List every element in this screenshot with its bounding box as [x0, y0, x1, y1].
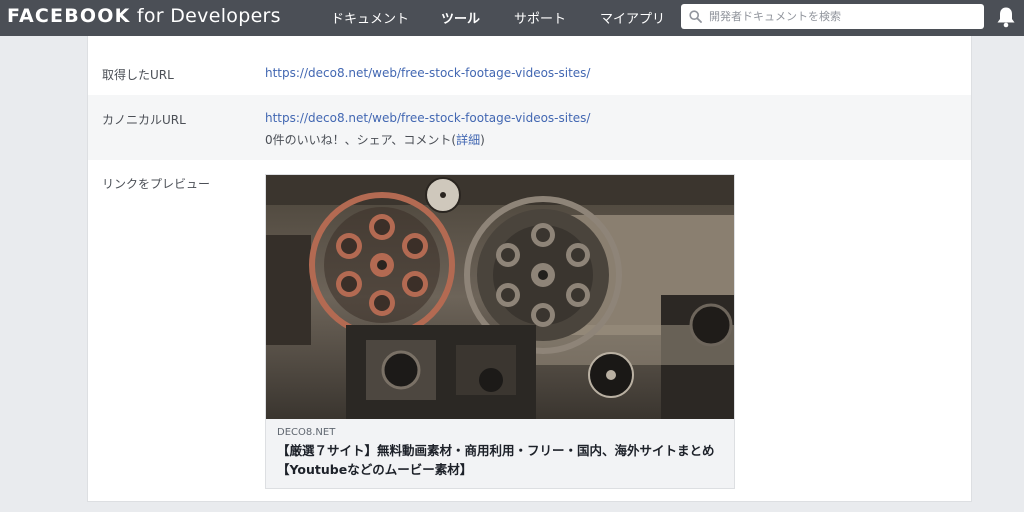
- facebook-developers-logo[interactable]: FACEBOOK for Developers: [7, 5, 281, 27]
- search-icon: [681, 4, 709, 29]
- fetched-url-label: 取得したURL: [102, 68, 174, 82]
- link-preview-card[interactable]: DECO8.NET 【厳選７サイト】無料動画素材・商用利用・フリー・国内、海外サ…: [265, 174, 735, 489]
- preview-title: 【厳選７サイト】無料動画素材・商用利用・フリー・国内、海外サイトまとめ【Yout…: [277, 443, 715, 477]
- notifications-bell-icon[interactable]: [995, 5, 1017, 29]
- preview-domain: DECO8.NET: [277, 427, 336, 438]
- engagement-text: 0件のいいね！、シェア、コメント(: [265, 133, 457, 147]
- fetched-url-link[interactable]: https://deco8.net/web/free-stock-footage…: [265, 66, 590, 80]
- brand-suffix: for Developers: [130, 5, 281, 27]
- engagement-close: ): [480, 133, 485, 147]
- brand-name: FACEBOOK: [7, 5, 131, 27]
- nav-item-docs[interactable]: ドキュメント: [331, 8, 409, 27]
- debugger-results-panel: 取得したURL https://deco8.net/web/free-stock…: [87, 36, 972, 502]
- nav-item-tools[interactable]: ツール: [441, 8, 480, 27]
- row-fetched-url: 取得したURL https://deco8.net/web/free-stock…: [88, 50, 971, 95]
- canonical-url-link[interactable]: https://deco8.net/web/free-stock-footage…: [265, 111, 590, 125]
- search-input[interactable]: [709, 10, 969, 23]
- nav-item-my-apps[interactable]: マイアプリ: [600, 8, 665, 27]
- search-box: [681, 4, 984, 29]
- engagement-count: 0件のいいね！、シェア、コメント(詳細): [265, 131, 485, 148]
- nav-item-support[interactable]: サポート: [514, 8, 566, 27]
- row-canonical-url: カノニカルURL https://deco8.net/web/free-stoc…: [88, 95, 971, 160]
- preview-image: [266, 175, 734, 419]
- top-nav-bar: FACEBOOK for Developers ドキュメント ツール サポート …: [0, 0, 1024, 36]
- canonical-url-label: カノニカルURL: [102, 113, 186, 127]
- details-link[interactable]: 詳細: [456, 133, 480, 147]
- link-preview-label: リンクをプレビュー: [102, 177, 211, 191]
